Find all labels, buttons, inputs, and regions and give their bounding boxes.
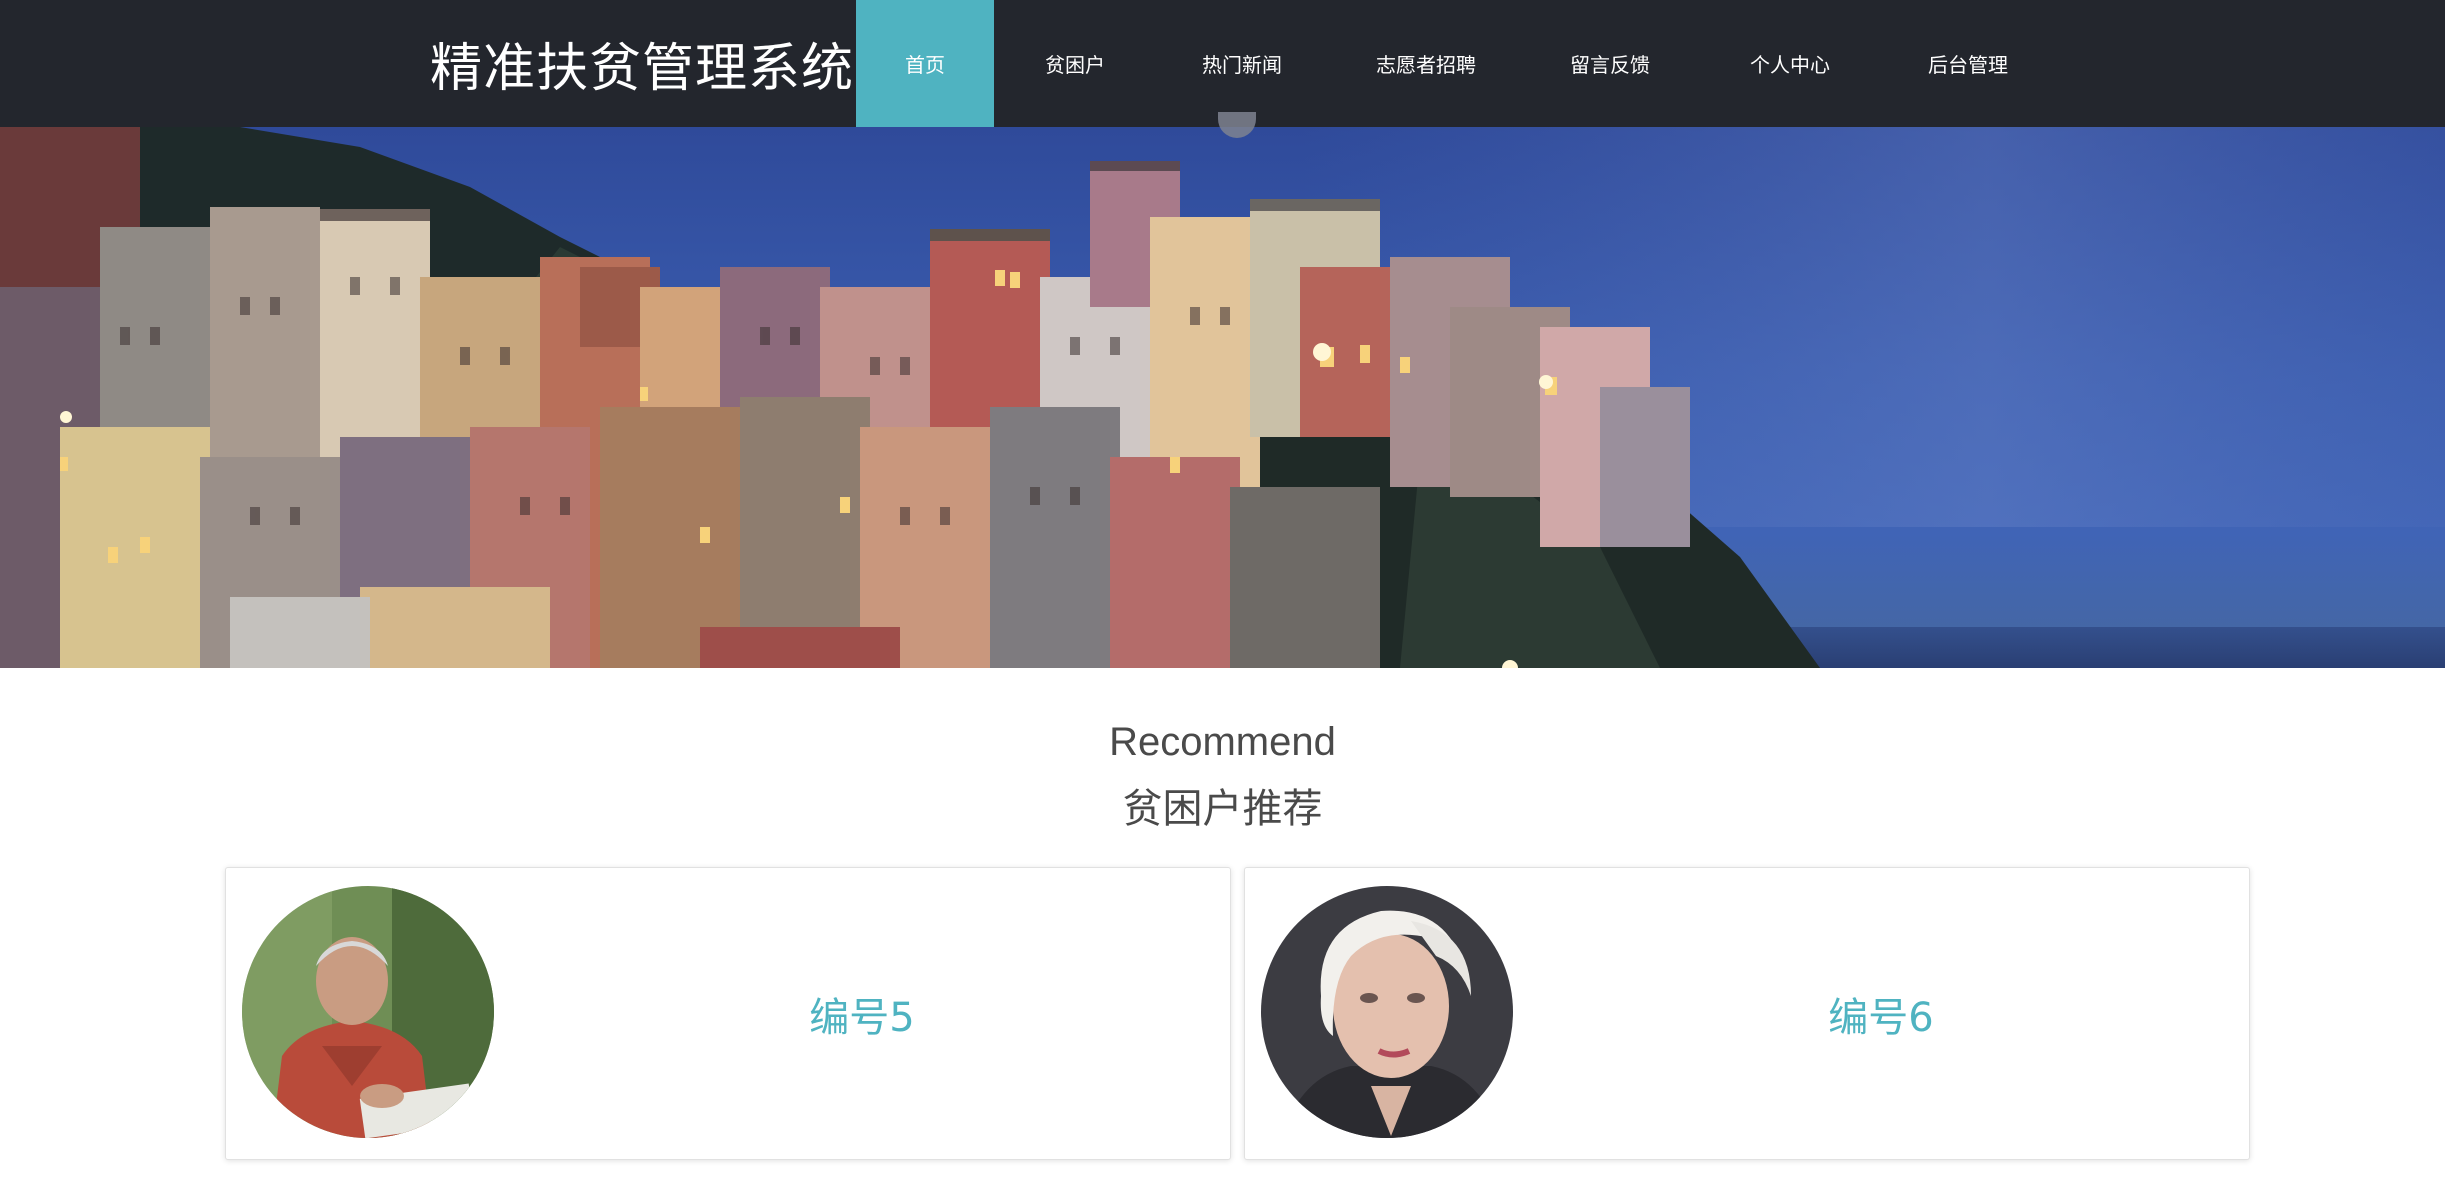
- avatar: [242, 886, 494, 1138]
- nav-item-admin[interactable]: 后台管理: [1898, 0, 2038, 127]
- elderly-man-photo: [242, 886, 494, 1138]
- nav-item-personal-center[interactable]: 个人中心: [1720, 0, 1860, 127]
- site-brand[interactable]: 精准扶贫管理系统: [430, 0, 854, 127]
- card-title[interactable]: 编号6: [1513, 868, 2249, 1159]
- household-card[interactable]: 编号5: [225, 867, 1231, 1160]
- household-card[interactable]: 编号6: [1244, 867, 2250, 1160]
- coastal-village-image: [0, 127, 2445, 668]
- nav-item-feedback[interactable]: 留言反馈: [1540, 0, 1680, 127]
- section-title-zh: 贫困户推荐: [1122, 786, 1323, 832]
- hero-banner: [0, 127, 2445, 668]
- avatar: [1261, 886, 1513, 1138]
- top-navbar: 精准扶贫管理系统 首页 贫困户 热门新闻 志愿者招聘 留言反馈 个人中心 后台管…: [0, 0, 2445, 127]
- elderly-woman-photo: [1261, 886, 1513, 1138]
- card-title[interactable]: 编号5: [494, 868, 1230, 1159]
- nav-item-news[interactable]: 热门新闻: [1172, 0, 1312, 127]
- section-title-en: Recommend: [1109, 720, 1336, 764]
- nav-item-poor-households[interactable]: 贫困户: [1010, 0, 1140, 127]
- nav-item-volunteer[interactable]: 志愿者招聘: [1356, 0, 1496, 127]
- nav-item-home[interactable]: 首页: [856, 0, 994, 127]
